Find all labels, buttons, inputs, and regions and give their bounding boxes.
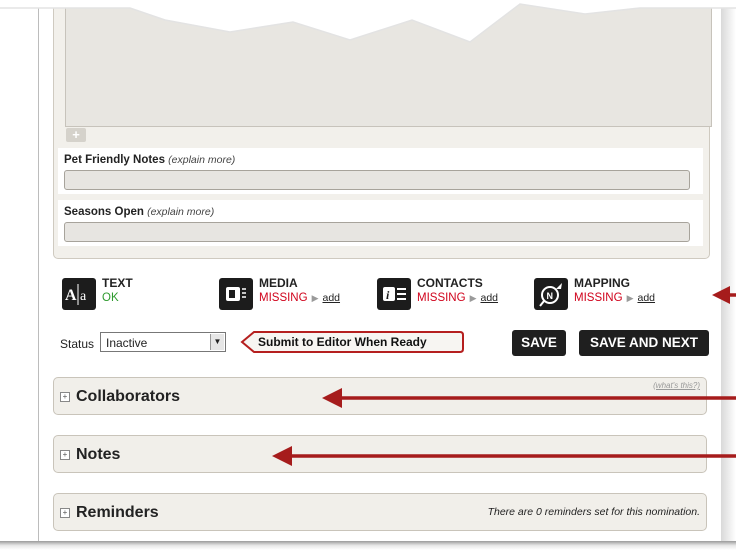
seasons-open-label-text: Seasons Open [64,206,144,218]
reminders-panel[interactable]: + Reminders There are 0 reminders set fo… [53,493,707,531]
add-arrow-icon: ▶ [311,293,319,303]
seasons-open-input[interactable] [64,222,690,242]
save-and-next-button[interactable]: SAVE AND NEXT [579,330,709,356]
media-status-state: MISSING [259,292,308,304]
expand-icon[interactable]: + [60,392,70,402]
contacts-status-state-row: MISSING ▶ add [417,292,498,304]
add-contacts-link[interactable]: add [480,292,498,304]
page-edge-shadow [721,0,736,548]
add-mapping-link[interactable]: add [637,292,655,304]
torn-paper-edge [0,0,736,43]
seasons-open-label: Seasons Open (explain more) [64,206,214,218]
svg-text:A: A [65,287,77,304]
add-arrow-icon: ▶ [626,293,634,303]
add-arrow-icon: ▶ [469,293,477,303]
status-select[interactable]: Inactive ▼ [100,332,226,352]
pet-friendly-hint: (explain more) [168,154,236,166]
page-bottom-shadow [0,541,736,550]
collaborators-title: Collaborators [76,388,181,405]
pet-friendly-input[interactable] [64,170,690,190]
submit-to-editor-button[interactable]: Submit to Editor When Ready [240,331,464,353]
mapping-status-state-row: MISSING ▶ add [574,292,655,304]
status-label: Status [60,337,95,351]
media-status-title: MEDIA [259,276,298,290]
text-icon: A a [62,278,96,310]
pet-friendly-field: Pet Friendly Notes (explain more) [58,148,703,194]
contacts-status-title: CONTACTS [417,276,483,290]
notes-title: Notes [76,446,121,463]
seasons-open-hint: (explain more) [147,206,215,218]
media-icon [219,278,253,310]
submit-button-label: Submit to Editor When Ready [258,335,427,349]
text-status-state: OK [102,292,119,304]
text-status-title: TEXT [102,276,133,290]
chevron-down-icon[interactable]: ▼ [210,334,224,350]
media-status-state-row: MISSING ▶ add [259,292,340,304]
svg-text:N: N [547,291,554,301]
add-media-link[interactable]: add [322,292,340,304]
mapping-icon: N [534,278,568,310]
status-select-value: Inactive [106,336,148,350]
mapping-status-title: MAPPING [574,276,631,290]
reminders-title: Reminders [76,504,159,521]
add-field-button[interactable]: + [66,128,86,142]
contacts-status-state: MISSING [417,292,466,304]
pet-friendly-label-text: Pet Friendly Notes [64,154,165,166]
save-button[interactable]: SAVE [512,330,566,356]
seasons-open-field: Seasons Open (explain more) [58,200,703,246]
contacts-icon: i [377,278,411,310]
expand-icon[interactable]: + [60,450,70,460]
mapping-status-state: MISSING [574,292,623,304]
collaborators-panel[interactable]: + Collaborators (what's this?) [53,377,707,415]
reminders-info: There are 0 reminders set for this nomin… [487,506,700,518]
whats-this-link[interactable]: (what's this?) [653,381,700,390]
notes-panel[interactable]: + Notes [53,435,707,473]
svg-text:a: a [80,289,87,304]
expand-icon[interactable]: + [60,508,70,518]
pet-friendly-label: Pet Friendly Notes (explain more) [64,154,235,166]
